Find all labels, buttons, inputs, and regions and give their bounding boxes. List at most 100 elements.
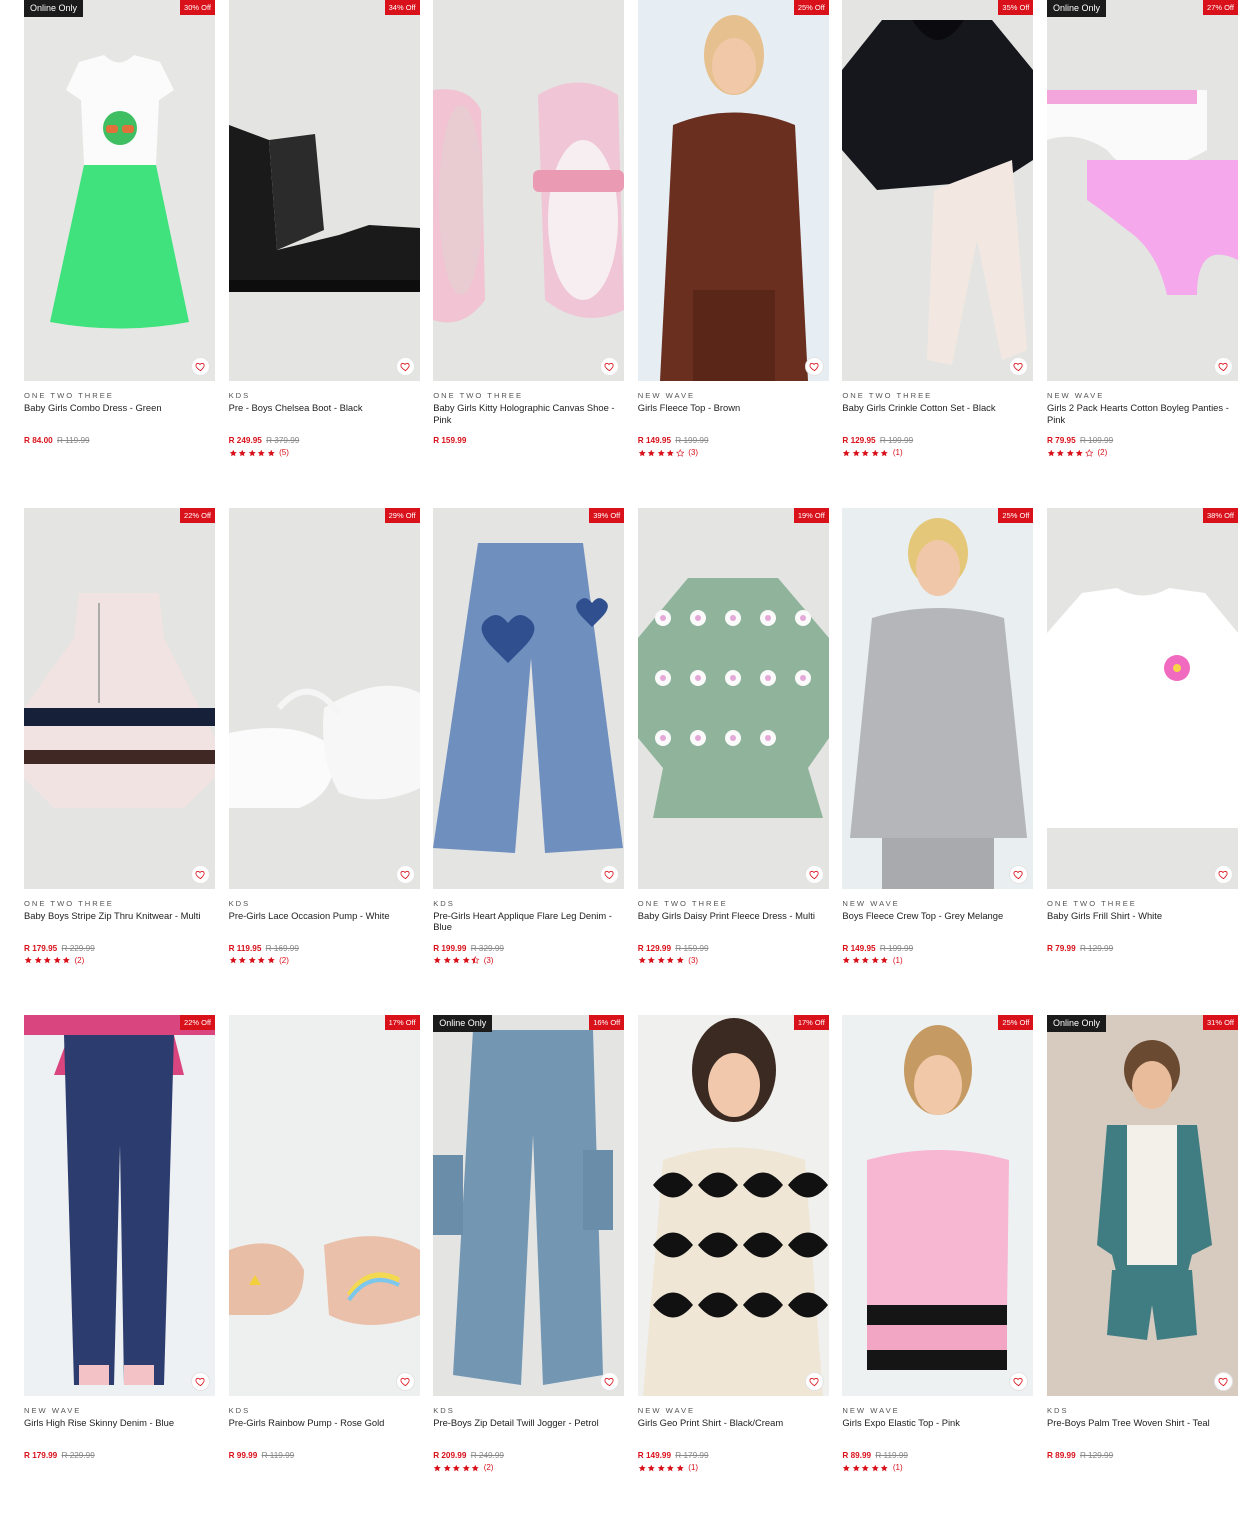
product-card-2[interactable]: 34% Off KDS Pre - Boys Chelsea Boot - Bl… (228, 0, 420, 508)
product-title[interactable]: Baby Girls Daisy Print Fleece Dress - Mu… (638, 910, 829, 944)
rating[interactable]: (2) (1047, 448, 1238, 458)
product-brand[interactable]: KDS (229, 899, 420, 909)
product-brand[interactable]: NEW WAVE (1047, 391, 1238, 401)
product-card-12[interactable]: 38% Off ONE TWO THREE Baby Girls Frill S… (1046, 507, 1238, 1016)
product-card-5[interactable]: 35% Off ONE TWO THREE Baby Girls Crinkle… (842, 0, 1034, 508)
product-image[interactable]: 22% Off (24, 507, 215, 889)
wishlist-button[interactable] (395, 1372, 415, 1391)
product-image[interactable]: 39% Off (433, 507, 625, 889)
product-title[interactable]: Pre-Girls Heart Applique Flare Leg Denim… (433, 910, 624, 944)
product-brand[interactable]: KDS (433, 1406, 624, 1416)
product-image[interactable]: 17% Off (637, 1015, 829, 1396)
product-brand[interactable]: NEW WAVE (842, 899, 1033, 909)
product-title[interactable]: Boys Fleece Crew Top - Grey Melange (842, 910, 1033, 944)
wishlist-button[interactable] (191, 357, 210, 376)
rating[interactable]: (3) (433, 956, 624, 966)
wishlist-button[interactable] (1213, 864, 1233, 884)
wishlist-button[interactable] (804, 1372, 824, 1391)
rating[interactable]: (3) (638, 956, 829, 966)
rating[interactable]: (2) (229, 956, 420, 966)
product-image[interactable]: 25% Off (637, 0, 829, 381)
product-brand[interactable]: NEW WAVE (638, 1406, 829, 1416)
product-title[interactable]: Baby Girls Combo Dress - Green (24, 402, 215, 436)
product-brand[interactable]: ONE TWO THREE (1047, 899, 1238, 909)
product-brand[interactable]: KDS (1047, 1406, 1238, 1416)
product-brand[interactable]: ONE TWO THREE (638, 899, 829, 909)
wishlist-button[interactable] (395, 864, 415, 884)
wishlist-button[interactable] (600, 864, 620, 884)
product-title[interactable]: Pre-Girls Rainbow Pump - Rose Gold (229, 1417, 420, 1451)
product-brand[interactable]: ONE TWO THREE (24, 899, 215, 909)
product-image[interactable] (433, 0, 625, 381)
product-image[interactable]: 17% Off (228, 1015, 420, 1396)
product-title[interactable]: Girls Geo Print Shirt - Black/Cream (638, 1417, 829, 1451)
product-card-9[interactable]: 39% Off KDS Pre-Girls Heart Applique Fla… (433, 507, 625, 1016)
product-title[interactable]: Baby Girls Kitty Holographic Canvas Shoe… (433, 402, 624, 436)
wishlist-button[interactable] (191, 1372, 210, 1391)
product-title[interactable]: Pre-Girls Lace Occasion Pump - White (229, 910, 420, 944)
product-image[interactable]: 25% Off (842, 1015, 1034, 1396)
wishlist-button[interactable] (1213, 1372, 1233, 1391)
product-grid: Online Only 30% Off ONE TWO THREE Baby G… (24, 0, 1238, 1514)
rating[interactable]: (1) (638, 1463, 829, 1473)
product-image[interactable]: 34% Off (228, 0, 420, 381)
product-brand[interactable]: KDS (229, 1406, 420, 1416)
product-brand[interactable]: KDS (229, 391, 420, 401)
product-card-6[interactable]: Online Only 27% Off NEW WAVE Girls 2 Pac… (1046, 0, 1238, 508)
product-image[interactable]: 38% Off (1046, 507, 1238, 889)
rating[interactable]: (1) (842, 1463, 1033, 1473)
product-image[interactable]: Online Only 27% Off (1046, 0, 1238, 381)
product-title[interactable]: Pre-Boys Zip Detail Twill Jogger - Petro… (433, 1417, 624, 1451)
product-title[interactable]: Girls High Rise Skinny Denim - Blue (24, 1417, 215, 1451)
product-card-10[interactable]: 19% Off ONE TWO THREE Baby Girls Daisy P… (637, 507, 829, 1016)
product-card-3[interactable]: ONE TWO THREE Baby Girls Kitty Holograph… (433, 0, 625, 508)
product-card-11[interactable]: 25% Off NEW WAVE Boys Fleece Crew Top - … (842, 507, 1034, 1016)
product-brand[interactable]: NEW WAVE (24, 1406, 215, 1416)
product-card-8[interactable]: 29% Off KDS Pre-Girls Lace Occasion Pump… (228, 507, 420, 1016)
product-image[interactable]: 22% Off (24, 1015, 215, 1396)
product-brand[interactable]: KDS (433, 899, 624, 909)
rating[interactable]: (2) (24, 956, 215, 966)
rating[interactable]: (3) (638, 448, 829, 458)
product-image[interactable]: Online Only 16% Off (433, 1015, 625, 1396)
product-title[interactable]: Pre-Boys Palm Tree Woven Shirt - Teal (1047, 1417, 1238, 1451)
wishlist-button[interactable] (1213, 357, 1233, 376)
rating[interactable]: (1) (842, 448, 1033, 458)
product-image[interactable]: 19% Off (637, 507, 829, 889)
product-brand[interactable]: ONE TWO THREE (842, 391, 1033, 401)
product-title[interactable]: Girls 2 Pack Hearts Cotton Boyleg Pantie… (1047, 402, 1238, 436)
product-title[interactable]: Baby Girls Frill Shirt - White (1047, 910, 1238, 944)
product-image[interactable]: 25% Off (842, 507, 1034, 889)
product-card-17[interactable]: 25% Off NEW WAVE Girls Expo Elastic Top … (842, 1015, 1034, 1514)
product-image[interactable]: Online Only 30% Off (24, 0, 215, 381)
product-card-15[interactable]: Online Only 16% Off KDS Pre-Boys Zip Det… (433, 1015, 625, 1514)
product-brand[interactable]: NEW WAVE (842, 1406, 1033, 1416)
product-card-13[interactable]: 22% Off NEW WAVE Girls High Rise Skinny … (24, 1015, 215, 1514)
product-image[interactable]: Online Only 31% Off (1046, 1015, 1238, 1396)
product-title[interactable]: Girls Fleece Top - Brown (638, 402, 829, 436)
product-card-7[interactable]: 22% Off ONE TWO THREE Baby Boys Stripe Z… (24, 507, 215, 1016)
product-image[interactable]: 35% Off (842, 0, 1034, 381)
product-image[interactable]: 29% Off (228, 507, 420, 889)
wishlist-button[interactable] (1009, 864, 1029, 884)
product-card-16[interactable]: 17% Off NEW WAVE Girls Geo Print Shirt -… (637, 1015, 829, 1514)
product-brand[interactable]: NEW WAVE (638, 391, 829, 401)
review-count: (1) (688, 1463, 699, 1472)
wishlist-button[interactable] (804, 357, 824, 376)
wishlist-button[interactable] (804, 864, 824, 884)
product-title[interactable]: Pre - Boys Chelsea Boot - Black (229, 402, 420, 436)
product-title[interactable]: Girls Expo Elastic Top - Pink (842, 1417, 1033, 1451)
product-card-14[interactable]: 17% Off KDS Pre-Girls Rainbow Pump - Ros… (228, 1015, 420, 1514)
product-brand[interactable]: ONE TWO THREE (433, 391, 624, 401)
rating[interactable]: (2) (433, 1463, 624, 1473)
product-card-18[interactable]: Online Only 31% Off KDS Pre-Boys Palm Tr… (1046, 1015, 1238, 1514)
product-card-1[interactable]: Online Only 30% Off ONE TWO THREE Baby G… (24, 0, 215, 508)
rating[interactable]: (5) (229, 448, 420, 458)
product-card-4[interactable]: 25% Off NEW WAVE Girls Fleece Top - Brow… (637, 0, 829, 508)
product-brand[interactable]: ONE TWO THREE (24, 391, 215, 401)
wishlist-button[interactable] (191, 864, 210, 884)
wishlist-button[interactable] (395, 357, 415, 376)
product-title[interactable]: Baby Boys Stripe Zip Thru Knitwear - Mul… (24, 910, 215, 944)
rating[interactable]: (1) (842, 956, 1033, 966)
product-title[interactable]: Baby Girls Crinkle Cotton Set - Black (842, 402, 1033, 436)
